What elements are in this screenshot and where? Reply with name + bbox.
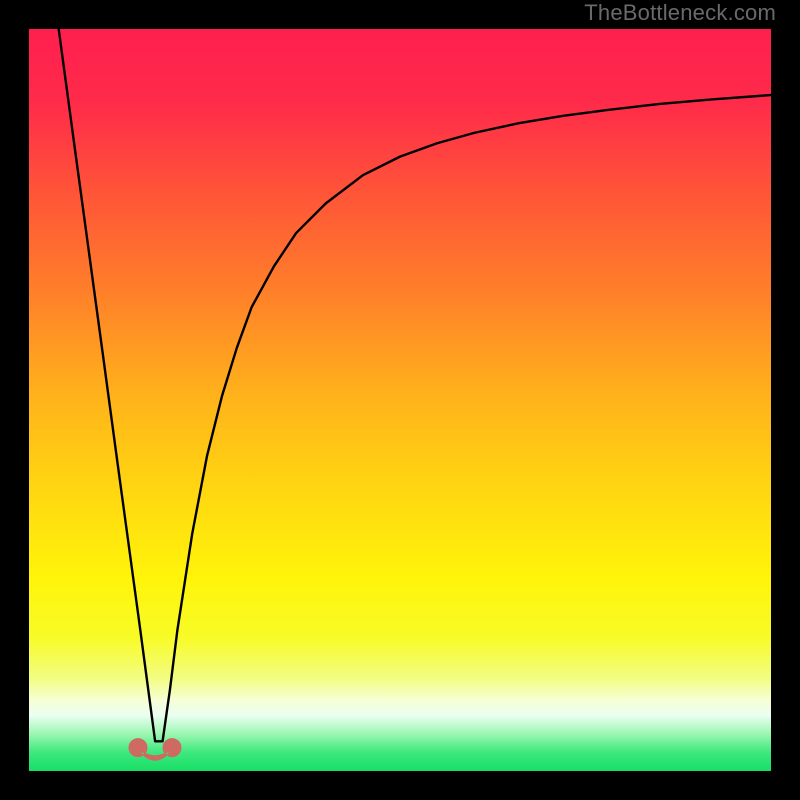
plot-area <box>29 29 771 771</box>
chart-frame <box>15 15 785 785</box>
minimum-marker <box>126 735 184 763</box>
curve-line <box>29 29 771 771</box>
watermark-text: TheBottleneck.com <box>584 0 776 26</box>
